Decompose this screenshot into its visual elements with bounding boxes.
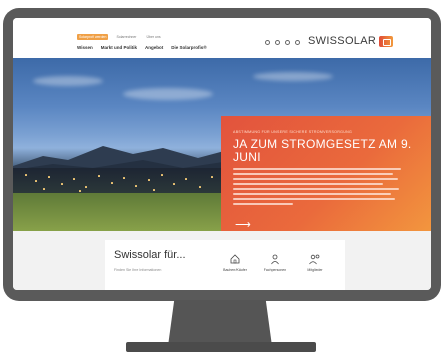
monitor: Solarprofi werden Solarrechner Über uns …: [3, 8, 441, 301]
screen: Solarprofi werden Solarrechner Über uns …: [13, 18, 431, 290]
nav-item-solarprofis[interactable]: Die Solarprofis®: [171, 45, 206, 50]
hero-banner: ABSTIMMUNG FÜR UNSERE SICHERE STROMVERSO…: [13, 58, 431, 231]
main-nav: Wissen Markt und Politik Angebot Die Sol…: [77, 45, 207, 50]
monitor-stand-base: [126, 342, 316, 352]
top-link-solarprofi[interactable]: Solarprofi werden: [77, 34, 109, 40]
audience-box: Swissolar für... Finden Sie Ihre Informa…: [105, 240, 345, 290]
worker-icon: [271, 254, 279, 265]
top-link-solarrechner[interactable]: Solarrechner: [114, 34, 138, 40]
cloud: [123, 88, 213, 100]
swissolar-logo[interactable]: SWISSOLAR: [308, 35, 394, 47]
persona-mitglieder[interactable]: Mitglieder: [297, 253, 333, 272]
house-icon: [230, 254, 240, 264]
city-lights-image: [13, 168, 243, 196]
cloud: [33, 76, 103, 86]
lock-icon[interactable]: [285, 40, 290, 45]
top-link-ueber-uns[interactable]: Über uns: [144, 34, 162, 40]
site-header: Solarprofi werden Solarrechner Über uns …: [13, 18, 431, 58]
user-icon[interactable]: [295, 40, 300, 45]
monitor-stand-neck: [168, 300, 272, 346]
nav-item-wissen[interactable]: Wissen: [77, 45, 93, 50]
nav-item-markt-politik[interactable]: Markt und Politik: [101, 45, 137, 50]
persona-label: Fachpersonen: [263, 268, 287, 272]
nav-item-angebot[interactable]: Angebot: [145, 45, 163, 50]
campaign-card[interactable]: ABSTIMMUNG FÜR UNSERE SICHERE STROMVERSO…: [221, 116, 431, 231]
field-image: [13, 193, 233, 231]
persona-bauherr[interactable]: Bauherr/Käufer: [217, 253, 253, 272]
arrow-right-icon[interactable]: ⟶: [235, 220, 251, 231]
card-body-text: [233, 168, 403, 208]
logo-text: SWISSOLAR: [308, 35, 377, 47]
logo-mark-icon: [379, 35, 394, 47]
globe-icon[interactable]: [275, 40, 280, 45]
persona-label: Bauherr/Käufer: [223, 268, 247, 272]
header-icons: [265, 40, 300, 45]
persona-fachpersonen[interactable]: Fachpersonen: [257, 253, 293, 272]
group-icon: [309, 254, 320, 265]
card-eyebrow: ABSTIMMUNG FÜR UNSERE SICHERE STROMVERSO…: [233, 130, 353, 134]
search-icon[interactable]: [265, 40, 270, 45]
bottom-section: Swissolar für... Finden Sie Ihre Informa…: [13, 231, 431, 290]
top-links: Solarprofi werden Solarrechner Über uns: [77, 34, 163, 40]
persona-label: Mitglieder: [307, 268, 323, 272]
cloud: [253, 72, 333, 81]
audience-title: Swissolar für...: [114, 249, 186, 261]
card-title: JA ZUM STROMGESETZ AM 9. JUNI: [233, 137, 412, 164]
audience-subtitle: Finden Sie Ihre Informationen: [114, 268, 162, 272]
